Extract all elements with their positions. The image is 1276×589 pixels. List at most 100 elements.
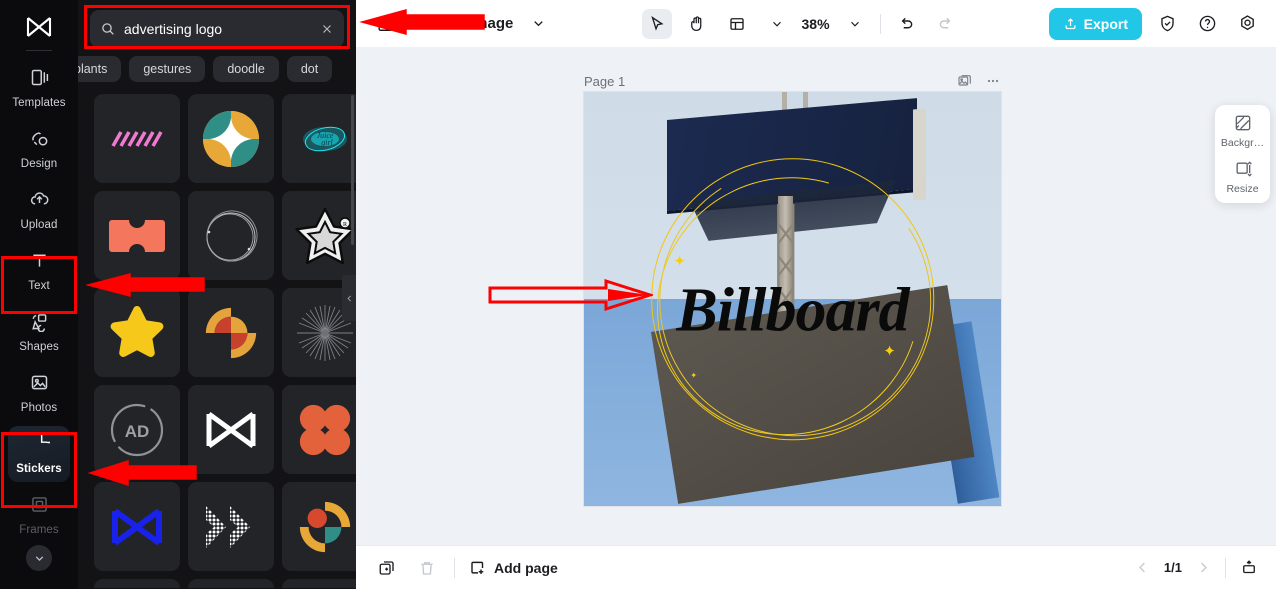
sticker-item[interactable] <box>188 191 274 280</box>
sidebar-item-design[interactable]: Design <box>8 121 70 177</box>
sticker-item[interactable] <box>282 579 356 588</box>
canvas-area[interactable]: Page 1 ✦ ✦ ✦ Billboard Backgr… Resize <box>356 47 1276 545</box>
document-title[interactable]: Untitled image <box>410 15 513 32</box>
export-button[interactable]: Export <box>1048 7 1143 40</box>
sidebar-item-label: Stickers <box>16 463 62 475</box>
sticker-item[interactable] <box>94 94 180 183</box>
duplicate-page-button[interactable] <box>374 555 400 581</box>
sidebar-divider <box>26 50 52 51</box>
chip-dot[interactable]: dot <box>286 56 333 82</box>
sidebar-item-templates[interactable]: Templates <box>8 60 70 116</box>
sidebar-item-label: Photos <box>20 402 58 414</box>
layout-chevron-down-icon[interactable] <box>762 9 792 39</box>
undo-button[interactable] <box>891 9 921 39</box>
sticker-item[interactable] <box>188 288 274 377</box>
sparkle-icon: ✦ <box>673 252 686 270</box>
sticker-item[interactable]: AD <box>94 385 180 474</box>
sidebar-item-photos[interactable]: Photos <box>8 365 70 421</box>
teal-orange-four-point-star-circle-icon <box>202 110 260 167</box>
redo-button[interactable] <box>931 9 961 39</box>
hand-tool-button[interactable] <box>682 9 712 39</box>
sticker-item[interactable] <box>188 94 274 183</box>
halftone-double-chevron-icon <box>206 505 250 548</box>
orange-teal-pie-circle-icon <box>299 501 351 552</box>
sticker-item[interactable] <box>188 482 274 571</box>
canvas-quick-actions-panel: Backgr… Resize <box>1215 105 1270 203</box>
layout-panel-icon <box>729 17 744 30</box>
background-button[interactable]: Backgr… <box>1215 113 1270 149</box>
chip-doodle[interactable]: doodle <box>213 56 279 82</box>
capcut-logo[interactable] <box>17 10 61 44</box>
home-icon[interactable] <box>370 9 400 39</box>
duplicate-page-icon <box>379 560 394 575</box>
upload-icon <box>1065 18 1076 30</box>
artboard[interactable]: ✦ ✦ ✦ Billboard <box>584 92 1001 506</box>
undo-icon <box>901 17 912 28</box>
juice-girl-neon-glow-icon: Juice girl <box>303 126 347 151</box>
toolbar-divider <box>879 13 881 34</box>
settings-button[interactable] <box>1232 9 1262 39</box>
panel-collapse-button[interactable] <box>342 275 356 321</box>
sidebar-item-shapes[interactable]: Shapes <box>8 304 70 360</box>
sticker-item[interactable]: SPRING <box>94 579 180 588</box>
text-icon <box>29 250 50 276</box>
sidebar-item-upload[interactable]: Upload <box>8 182 70 238</box>
shield-check-button[interactable] <box>1152 9 1182 39</box>
sticker-item[interactable]: R <box>282 191 356 280</box>
chip-plants[interactable]: plants <box>78 56 122 82</box>
title-chevron-down-icon[interactable] <box>523 9 553 39</box>
design-icon <box>29 128 50 154</box>
svg-text:AD: AD <box>125 422 150 441</box>
background-pattern-icon <box>1235 115 1250 131</box>
sidebar-item-label: Upload <box>20 219 58 231</box>
more-dots-icon[interactable] <box>985 73 1001 89</box>
sticker-item[interactable] <box>282 385 356 474</box>
sidebar-item-label: Shapes <box>19 341 59 353</box>
resize-icon <box>1236 161 1252 177</box>
billboard-heading-text[interactable]: Billboard <box>676 276 909 347</box>
trash-icon <box>421 561 433 575</box>
search-icon <box>102 23 114 35</box>
zoom-level[interactable]: 38% <box>802 16 830 32</box>
export-label: Export <box>1083 15 1129 32</box>
sticker-item[interactable]: Juice girl <box>282 94 356 183</box>
timeline-icon[interactable] <box>1240 559 1258 577</box>
help-button[interactable] <box>1192 9 1222 39</box>
sticker-item[interactable] <box>94 288 180 377</box>
panel-scrollbar[interactable] <box>351 95 354 245</box>
add-page-button[interactable]: Add page <box>469 559 558 577</box>
search-input[interactable] <box>124 21 312 37</box>
sticker-item[interactable] <box>188 385 274 474</box>
templates-icon <box>29 67 50 93</box>
search-bar[interactable] <box>90 10 344 48</box>
sidebar-expand-button[interactable] <box>26 545 52 571</box>
sidebar-item-label: Text <box>28 280 50 292</box>
antenna-pole-left <box>782 92 787 111</box>
chevron-right-icon[interactable] <box>1196 560 1211 575</box>
close-icon[interactable] <box>320 22 334 36</box>
zoom-chevron-down-icon[interactable] <box>840 9 870 39</box>
upload-cloud-icon <box>29 189 50 215</box>
page-header: Page 1 <box>584 73 1001 89</box>
coral-bowtie-block-icon <box>109 219 165 252</box>
sticker-item[interactable] <box>94 191 180 280</box>
resize-button[interactable]: Resize <box>1215 159 1270 195</box>
select-tool-button[interactable] <box>641 8 672 39</box>
chevron-left-icon[interactable] <box>1135 560 1150 575</box>
stickers-panel: plants gestures doodle dot <box>78 0 356 589</box>
sticker-item[interactable] <box>94 482 180 571</box>
duplicate-image-icon[interactable] <box>957 73 973 89</box>
layout-panel-button[interactable] <box>722 9 752 39</box>
chip-gestures[interactable]: gestures <box>129 56 206 82</box>
sidebar-item-label: Design <box>20 158 58 170</box>
page-indicator: 1/1 <box>1163 560 1182 575</box>
sidebar-item-text[interactable]: Text <box>8 243 70 299</box>
sidebar-item-frames[interactable]: Frames <box>8 487 70 543</box>
search-container <box>78 0 356 54</box>
sticker-item[interactable] <box>188 579 274 588</box>
sticker-item[interactable] <box>282 482 356 571</box>
sparkle-icon: ✦ <box>690 371 698 381</box>
delete-page-button[interactable] <box>414 555 440 581</box>
sidebar-item-stickers[interactable]: Stickers <box>8 426 70 482</box>
sticker-grid: Juice girl R AD <box>78 90 356 588</box>
